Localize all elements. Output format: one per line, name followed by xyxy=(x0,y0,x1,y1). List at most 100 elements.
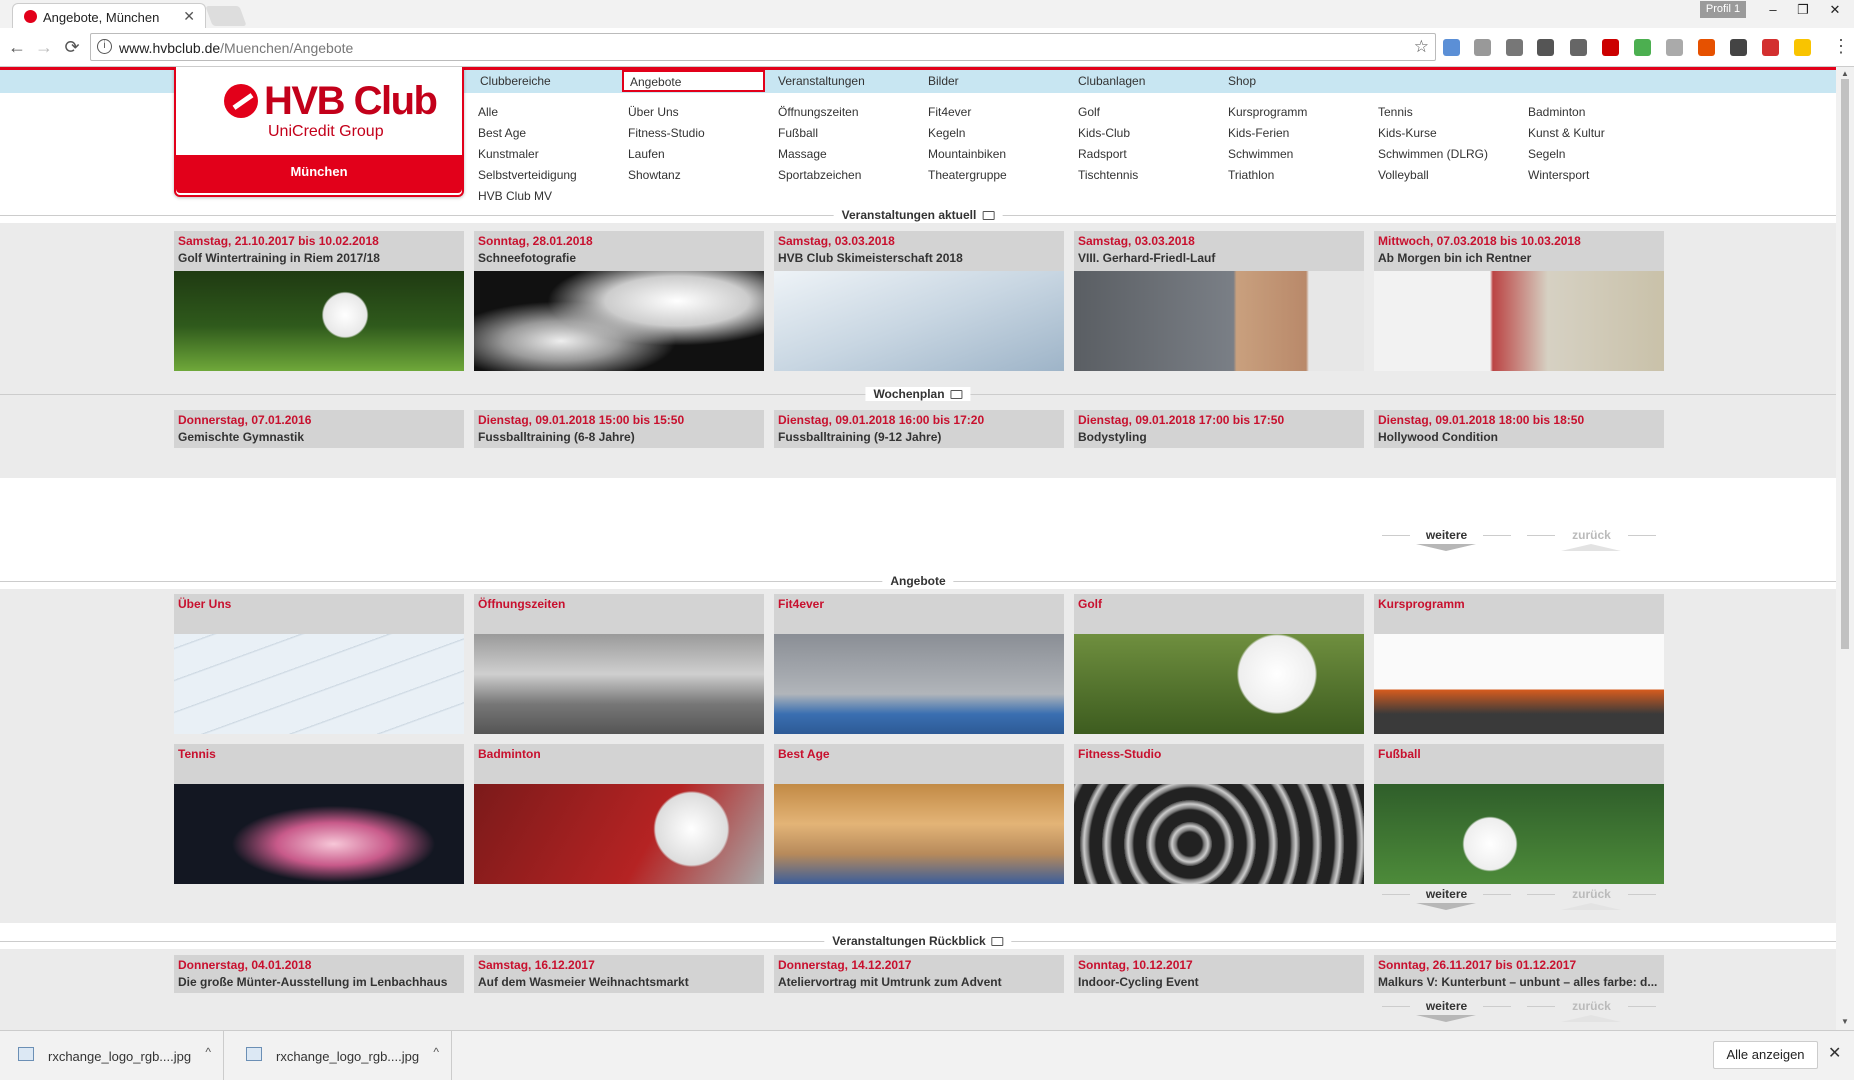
teaser-card[interactable]: Dienstag, 09.01.2018 15:00 bis 15:50 Fuss… xyxy=(474,410,764,448)
teaser-card[interactable]: Samstag, 03.03.2018 HVB Club Skimeistersc… xyxy=(774,231,1064,371)
nav-submenu-link[interactable]: Segeln xyxy=(1528,147,1565,161)
nav-submenu-link[interactable]: Schwimmen xyxy=(1228,147,1293,161)
teaser-card[interactable]: Fit4ever xyxy=(774,594,1064,734)
print-icon[interactable] xyxy=(982,211,995,220)
nav-submenu-link[interactable]: Wintersport xyxy=(1528,168,1589,182)
stretching-photo[interactable] xyxy=(1374,634,1664,734)
page-scrollbar[interactable]: ▲ ▼ xyxy=(1836,67,1854,1030)
extension-icon[interactable] xyxy=(1762,39,1779,56)
arrow-down-icon[interactable] xyxy=(1416,1015,1476,1022)
extension-icon[interactable] xyxy=(1537,39,1554,56)
more-link[interactable]: weitere xyxy=(1374,528,1519,542)
nav-submenu-link[interactable]: Badminton xyxy=(1528,105,1585,119)
extension-icon[interactable] xyxy=(1474,39,1491,56)
teaser-card[interactable]: Dienstag, 09.01.2018 17:00 bis 17:50 Body… xyxy=(1074,410,1364,448)
extension-icon[interactable] xyxy=(1794,39,1811,56)
nav-submenu-link[interactable]: Kids-Club xyxy=(1078,126,1130,140)
extension-icon[interactable] xyxy=(1443,39,1460,56)
print-icon[interactable] xyxy=(950,390,963,399)
nav-submenu-link[interactable]: Massage xyxy=(778,147,827,161)
arrow-down-icon[interactable] xyxy=(1416,544,1476,551)
extension-icon[interactable] xyxy=(1602,39,1619,56)
teaser-card[interactable]: Dienstag, 09.01.2018 18:00 bis 18:50 Holl… xyxy=(1374,410,1664,448)
club-logo[interactable]: HVB Club UniCredit Group München xyxy=(174,67,464,197)
golf-club-photo[interactable] xyxy=(1074,634,1364,734)
nav-tab-angebote[interactable]: Angebote xyxy=(622,70,765,92)
nav-submenu-link[interactable]: Radsport xyxy=(1078,147,1127,161)
nav-tab-shop[interactable]: Shop xyxy=(1222,70,1342,92)
back-link[interactable]: zurück xyxy=(1519,999,1664,1013)
nav-submenu-link[interactable]: Mountainbiken xyxy=(928,147,1006,161)
download-item[interactable]: rxchange_logo_rgb....jpg ^ xyxy=(228,1031,452,1080)
chevron-up-icon[interactable]: ^ xyxy=(205,1045,211,1059)
teaser-card[interactable]: Golf xyxy=(1074,594,1364,734)
golf-ball-photo[interactable] xyxy=(174,271,464,371)
teaser-card[interactable]: Donnerstag, 04.01.2018 Die große Münter-A… xyxy=(174,955,464,993)
nav-submenu-link[interactable]: HVB Club MV xyxy=(478,189,552,203)
back-link[interactable]: zurück xyxy=(1519,528,1664,542)
runner-photo[interactable] xyxy=(1074,271,1364,371)
theater-poster[interactable] xyxy=(1374,271,1664,371)
nav-submenu-link[interactable]: Tischtennis xyxy=(1078,168,1138,182)
teaser-card[interactable]: Sonntag, 28.01.2018 Schneefotografie xyxy=(474,231,764,371)
teaser-card[interactable]: Dienstag, 09.01.2018 16:00 bis 17:20 Fuss… xyxy=(774,410,1064,448)
bookmark-star-icon[interactable]: ☆ xyxy=(1414,37,1429,57)
extension-icon[interactable] xyxy=(1698,39,1715,56)
teaser-card[interactable]: Samstag, 16.12.2017 Auf dem Wasmeier Weih… xyxy=(474,955,764,993)
teaser-card[interactable]: Sonntag, 10.12.2017 Indoor-Cycling Event xyxy=(1074,955,1364,993)
weights-photo[interactable] xyxy=(1074,784,1364,884)
new-tab-button[interactable] xyxy=(205,6,247,26)
nav-submenu-link[interactable]: Theatergruppe xyxy=(928,168,1007,182)
teaser-card[interactable]: Kursprogramm xyxy=(1374,594,1664,734)
nav-tab-bilder[interactable]: Bilder xyxy=(922,70,1042,92)
browser-tab[interactable]: Angebote, München ✕ xyxy=(12,3,206,28)
arrow-down-icon[interactable] xyxy=(1416,903,1476,910)
nav-submenu-link[interactable]: Fitness-Studio xyxy=(628,126,705,140)
extension-icon[interactable] xyxy=(1666,39,1683,56)
more-link[interactable]: weitere xyxy=(1374,887,1519,901)
extension-icon[interactable] xyxy=(1506,39,1523,56)
nav-submenu-link[interactable]: Kunst & Kultur xyxy=(1528,126,1605,140)
scroll-up-icon[interactable]: ▲ xyxy=(1841,69,1849,78)
scrollbar-thumb[interactable] xyxy=(1841,79,1849,649)
nav-submenu-link[interactable]: Golf xyxy=(1078,105,1100,119)
nav-tab-veranstaltungen[interactable]: Veranstaltungen xyxy=(772,70,892,92)
nav-submenu-link[interactable]: Volleyball xyxy=(1378,168,1429,182)
fitness-photo[interactable] xyxy=(774,634,1064,734)
arrow-up-icon[interactable] xyxy=(1561,903,1621,910)
chevron-up-icon[interactable]: ^ xyxy=(433,1045,439,1059)
address-bar[interactable]: i www.hvbclub.de/Muenchen/Angebote ☆ xyxy=(90,33,1436,61)
nav-submenu-link[interactable]: Showtanz xyxy=(628,168,681,182)
teaser-card[interactable]: Donnerstag, 07.01.2016 Gemischte Gymnasti… xyxy=(174,410,464,448)
nav-submenu-link[interactable]: Alle xyxy=(478,105,498,119)
profile-badge[interactable]: Profil 1 xyxy=(1700,1,1746,18)
extension-icon[interactable] xyxy=(1634,39,1651,56)
browser-menu-icon[interactable]: ⋮ xyxy=(1832,36,1850,57)
teaser-card[interactable]: Öffnungszeiten xyxy=(474,594,764,734)
clubhouse-photo[interactable] xyxy=(474,634,764,734)
teaser-card[interactable]: Tennis xyxy=(174,744,464,884)
teaser-card[interactable]: Samstag, 03.03.2018 VIII. Gerhard-Friedl-… xyxy=(1074,231,1364,371)
info-icon[interactable]: i xyxy=(97,39,112,54)
teaser-card[interactable]: Fußball xyxy=(1374,744,1664,884)
teaser-card[interactable]: Fitness-Studio xyxy=(1074,744,1364,884)
extension-icon[interactable] xyxy=(1570,39,1587,56)
nav-submenu-link[interactable]: Kunstmaler xyxy=(478,147,539,161)
tennis-photo[interactable] xyxy=(174,784,464,884)
reload-icon[interactable]: ⟳ xyxy=(61,36,83,58)
nav-tab-clubanlagen[interactable]: Clubanlagen xyxy=(1072,70,1192,92)
minimize-icon[interactable]: – xyxy=(1758,0,1788,20)
nav-submenu-link[interactable]: Kids-Kurse xyxy=(1378,126,1437,140)
shuttlecock-photo[interactable] xyxy=(474,784,764,884)
nav-submenu-link[interactable]: Fit4ever xyxy=(928,105,971,119)
nav-submenu-link[interactable]: Laufen xyxy=(628,147,665,161)
print-icon[interactable] xyxy=(991,937,1004,946)
teaser-card[interactable]: Donnerstag, 14.12.2017 Ateliervortrag mit… xyxy=(774,955,1064,993)
nav-submenu-link[interactable]: Triathlon xyxy=(1228,168,1274,182)
nav-submenu-link[interactable]: Öffnungszeiten xyxy=(778,105,859,119)
nav-submenu-link[interactable]: Über Uns xyxy=(628,105,679,119)
teaser-card[interactable]: Samstag, 21.10.2017 bis 10.02.2018 Golf W… xyxy=(174,231,464,371)
keyboard-photo[interactable] xyxy=(174,634,464,734)
nav-submenu-link[interactable]: Kegeln xyxy=(928,126,965,140)
nav-submenu-link[interactable]: Selbstverteidigung xyxy=(478,168,577,182)
